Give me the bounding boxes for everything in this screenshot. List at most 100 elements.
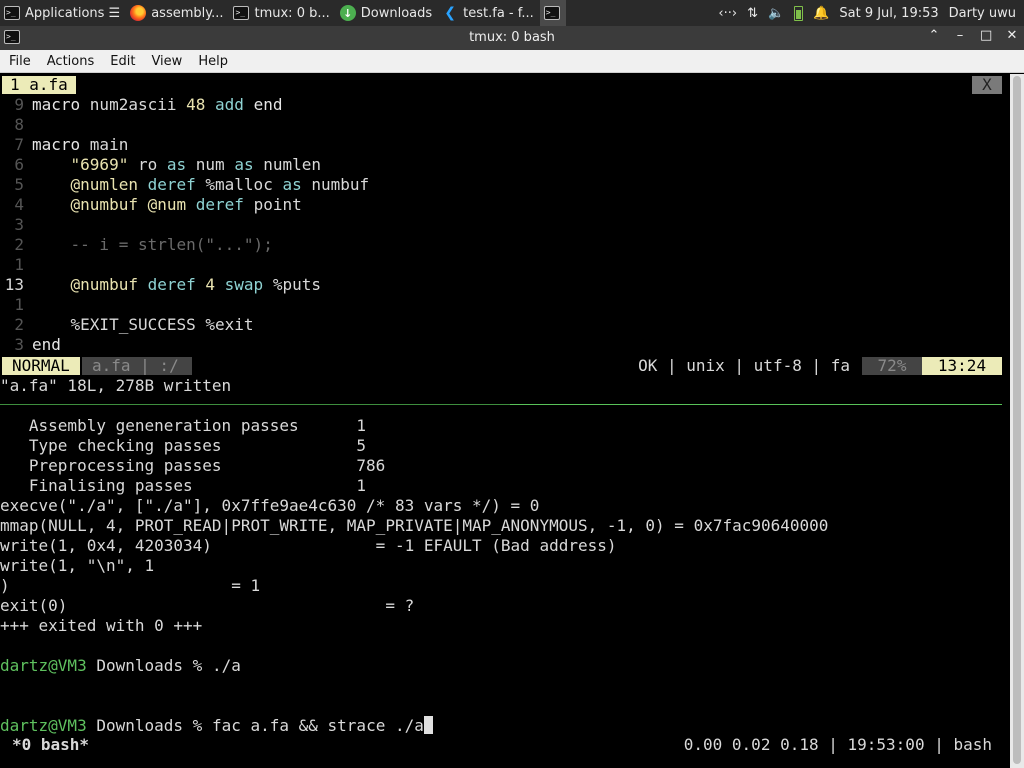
- firefox-icon: [130, 5, 147, 21]
- code-token: as: [234, 155, 264, 174]
- code-line[interactable]: 2 -- i = strlen("...");: [0, 235, 273, 255]
- vim-statusline: NORMAL a.fa | :/ OK | unix | utf-8 | fa …: [0, 356, 1002, 376]
- battery-icon[interactable]: [794, 5, 804, 21]
- tmux-pane-divider[interactable]: [0, 404, 1002, 405]
- applications-menu[interactable]: >_ Applications ☰: [0, 0, 126, 26]
- vim-mode: NORMAL: [2, 357, 80, 375]
- code-token: deref: [195, 195, 254, 214]
- transfer-icon[interactable]: ⇅: [747, 6, 758, 21]
- user-menu[interactable]: Darty uwu: [949, 6, 1016, 21]
- bell-icon[interactable]: 🔔: [813, 6, 829, 21]
- prompt-line: dartz@VM3 Downloads % ./a: [0, 656, 241, 675]
- output-line: write(1, "\n", 1: [0, 556, 155, 575]
- line-number: 8: [14, 115, 24, 134]
- code-token: deref: [147, 275, 206, 294]
- close-button[interactable]: ✕: [1006, 28, 1018, 43]
- code-line[interactable]: 7 macro main: [0, 135, 128, 155]
- buffer-close-button[interactable]: X: [972, 76, 1002, 94]
- menu-view[interactable]: View: [142, 54, 189, 69]
- output-line: Finalising passes 1: [0, 476, 367, 495]
- line-number: 3: [14, 335, 24, 354]
- code-token: %malloc: [205, 175, 283, 194]
- vscode-icon: ❮: [444, 5, 457, 21]
- applications-icon: >_: [4, 6, 20, 20]
- code-line[interactable]: 13 @numbuf deref 4 swap %puts: [0, 275, 321, 295]
- code-token: macro: [32, 95, 90, 114]
- code-line[interactable]: 5 @numlen deref %malloc as numbuf: [0, 175, 369, 195]
- terminal-icon: >_: [233, 6, 250, 20]
- line-number: 13: [4, 275, 24, 294]
- code-line[interactable]: 3: [0, 215, 32, 235]
- output-line: Assembly geneneration passes 1: [0, 416, 367, 435]
- clock[interactable]: Sat 9 Jul, 19:53: [839, 6, 938, 21]
- download-icon: ↓: [339, 5, 356, 21]
- line-number: 9: [14, 95, 24, 114]
- output-line: Type checking passes 5: [0, 436, 367, 455]
- code-token: num: [195, 155, 235, 174]
- code-line[interactable]: 4 @numbuf @num deref point: [0, 195, 302, 215]
- code-token: -- i = strlen("...");: [70, 235, 273, 254]
- code-token: swap: [224, 275, 273, 294]
- code-token: numbuf: [311, 175, 370, 194]
- code-line[interactable]: 1: [0, 295, 32, 315]
- code-line[interactable]: 3 end: [0, 335, 61, 355]
- line-number: 1: [14, 255, 24, 274]
- window-titlebar[interactable]: >_ tmux: 0 bash ⌃ – □ ✕: [0, 26, 1024, 50]
- code-token: end: [253, 95, 283, 114]
- code-token: ro: [137, 155, 167, 174]
- vim-percent: 72%: [862, 357, 922, 375]
- code-line[interactable]: 9 macro num2ascii 48 add end: [0, 95, 282, 115]
- code-token: @numlen: [70, 175, 148, 194]
- code-token: macro: [32, 135, 90, 154]
- system-tray: ‹··› ⇅ 🔈 🔔 Sat 9 Jul, 19:53 Darty uwu: [718, 5, 1024, 21]
- tmux-status-right: 0.00 0.02 0.18 | 19:53:00 | bash: [683, 735, 992, 754]
- terminal[interactable]: 1 a.fa X 9 macro num2ascii 48 add end 8 7 ma…: [0, 74, 1010, 768]
- code-line[interactable]: 1: [0, 255, 32, 275]
- prompt-line-current[interactable]: dartz@VM3 Downloads % fac a.fa && strace…: [0, 716, 433, 736]
- code-line[interactable]: 2 %EXIT_SUCCESS %exit: [0, 315, 254, 335]
- taskbar-vscode[interactable]: ❮ test.fa - f...: [438, 0, 540, 26]
- buffer-tab[interactable]: 1 a.fa: [2, 76, 76, 94]
- code-token: add: [215, 95, 254, 114]
- output-line: exit(0) = ?: [0, 596, 415, 615]
- menu-help[interactable]: Help: [189, 54, 235, 69]
- vim-file: a.fa | :/: [82, 357, 192, 375]
- code-token: main: [89, 135, 129, 154]
- code-token: 4: [205, 275, 225, 294]
- top-panel: >_ Applications ☰ assembly... >_ tmux: 0…: [0, 0, 1024, 26]
- vim-fileinfo: OK | unix | utf-8 | fa: [638, 356, 850, 375]
- taskbar-downloads[interactable]: ↓ Downloads: [336, 0, 438, 26]
- output-line: Preprocessing passes 786: [0, 456, 386, 475]
- code-token: deref: [147, 175, 206, 194]
- minimize-button[interactable]: –: [954, 28, 966, 43]
- code-line[interactable]: 6 "6969" ro as num as numlen: [0, 155, 321, 175]
- maximize-button[interactable]: □: [980, 28, 992, 43]
- code-token: @numbuf: [70, 275, 148, 294]
- line-number: 5: [14, 175, 24, 194]
- code-token: as: [166, 155, 196, 174]
- code-line[interactable]: 8: [0, 115, 32, 135]
- tmux-window-tab[interactable]: *0 bash*: [12, 734, 89, 756]
- menu-bar: File Actions Edit View Help: [0, 50, 1024, 73]
- code-token: point: [253, 195, 302, 214]
- code-token: %EXIT_SUCCESS %exit: [32, 315, 254, 334]
- network-icon[interactable]: ‹··›: [718, 6, 737, 21]
- menu-file[interactable]: File: [0, 54, 38, 69]
- menu-actions[interactable]: Actions: [38, 54, 102, 69]
- taskbar-firefox[interactable]: assembly...: [126, 0, 229, 26]
- menu-edit[interactable]: Edit: [101, 54, 142, 69]
- code-token: "6969": [70, 155, 138, 174]
- shade-button[interactable]: ⌃: [928, 28, 940, 43]
- line-number: 3: [14, 215, 24, 234]
- output-line: ) = 1: [0, 576, 261, 595]
- taskbar-terminal-active[interactable]: >_: [539, 0, 566, 26]
- scrollbar-thumb[interactable]: [1013, 76, 1021, 764]
- taskbar-tmux[interactable]: >_ tmux: 0 b...: [229, 0, 335, 26]
- output-line: mmap(NULL, 4, PROT_READ|PROT_WRITE, MAP_…: [0, 516, 829, 535]
- output-line: +++ exited with 0 +++: [0, 616, 203, 635]
- vim-position: 13:24: [922, 357, 1002, 375]
- terminal-scrollbar[interactable]: [1010, 74, 1024, 768]
- volume-icon[interactable]: 🔈: [768, 6, 784, 21]
